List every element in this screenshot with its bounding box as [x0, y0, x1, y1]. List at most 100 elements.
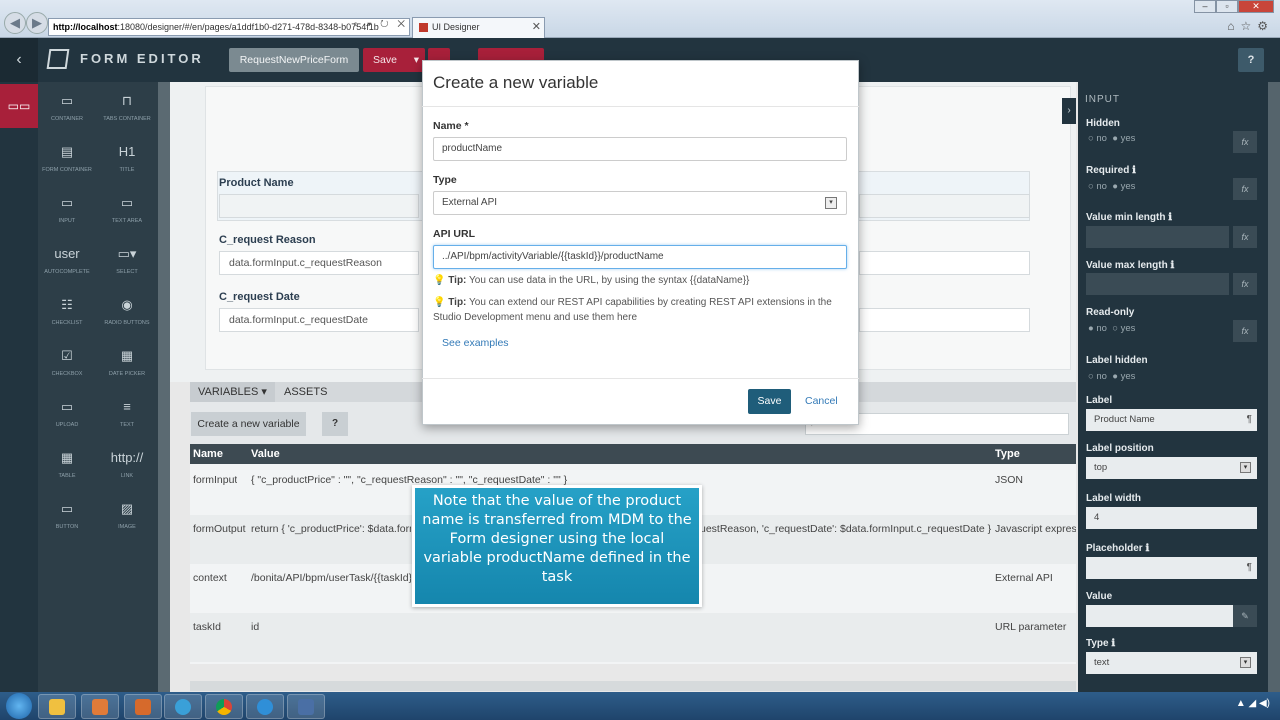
required-yes[interactable]: yes	[1121, 181, 1136, 192]
label-width-input[interactable]: 4	[1086, 507, 1257, 529]
palette-widget-text[interactable]: ≡ TEXT	[98, 392, 156, 442]
window-close-icon[interactable]: ✕	[1238, 0, 1274, 13]
type-select[interactable]: text ▾	[1086, 652, 1257, 674]
start-button-icon[interactable]	[6, 693, 32, 719]
hidden-radio-group[interactable]: ○ no ● yes	[1088, 133, 1135, 144]
placeholder-label: Placeholder ℹ	[1086, 543, 1149, 554]
label-hidden-yes[interactable]: yes	[1121, 371, 1136, 382]
value-input[interactable]	[1086, 605, 1233, 627]
read-only-no[interactable]: no	[1096, 323, 1107, 334]
required-no[interactable]: no	[1096, 181, 1107, 192]
palette-widget-checklist[interactable]: ☷ CHECKLIST	[38, 290, 96, 340]
palette-scrollbar[interactable]	[158, 82, 170, 692]
forward-nav-icon[interactable]: ▶	[26, 12, 48, 34]
table-horizontal-scrollbar[interactable]	[190, 681, 1076, 691]
minimize-icon[interactable]: –	[1194, 0, 1216, 13]
palette-widget-radio-buttons[interactable]: ◉ RADIO BUTTONS	[98, 290, 156, 340]
home-icon[interactable]: ⌂	[1227, 19, 1240, 33]
back-button[interactable]: ‹	[0, 38, 38, 82]
palette-widget-checkbox[interactable]: ☑ CHECKBOX	[38, 341, 96, 391]
see-examples-link[interactable]: See examples	[442, 337, 509, 349]
pencil-icon[interactable]: ✎	[1233, 605, 1257, 627]
media-taskbar-icon[interactable]	[287, 694, 325, 719]
request-date-input-tail[interactable]	[859, 308, 1030, 332]
chrome-taskbar-icon[interactable]	[205, 694, 243, 719]
row-type: External API	[995, 572, 1053, 584]
palette-widget-upload[interactable]: ▭ UPLOAD	[38, 392, 96, 442]
explorer-taskbar-icon[interactable]	[38, 694, 76, 719]
dialog-title: Create a new variable	[433, 73, 599, 92]
java-taskbar-icon[interactable]	[124, 694, 162, 719]
widgets-palette-icon[interactable]: ▭▭	[0, 84, 38, 128]
properties-scrollbar[interactable]	[1268, 82, 1280, 692]
hidden-yes[interactable]: yes	[1121, 133, 1136, 144]
palette-widget-tabs-container[interactable]: ⊓ TABS CONTAINER	[98, 86, 156, 136]
type-select[interactable]: External API ▾	[433, 191, 847, 215]
palette-widget-autocomplete[interactable]: user AUTOCOMPLETE	[38, 239, 96, 289]
dialog-save-button[interactable]: Save	[748, 389, 791, 414]
product-name-input-tail[interactable]	[859, 194, 1030, 218]
create-variable-button[interactable]: Create a new variable	[191, 412, 306, 436]
dialog-cancel-button[interactable]: Cancel	[805, 395, 838, 407]
table-row[interactable]: taskId id URL parameter	[190, 613, 1076, 662]
palette-widget-link[interactable]: http:// LINK	[98, 443, 156, 493]
widget-label: TEXT	[119, 422, 135, 428]
hidden-fx-button[interactable]: fx	[1233, 131, 1257, 153]
palette-widget-title[interactable]: H1 TITLE	[98, 137, 156, 187]
request-reason-input[interactable]: data.formInput.c_requestReason	[219, 251, 419, 275]
label-input[interactable]: Product Name ¶	[1086, 409, 1257, 431]
hidden-no[interactable]: no	[1096, 133, 1107, 144]
save-dropdown-icon[interactable]: ▾	[414, 48, 419, 72]
label-hidden-radio-group[interactable]: ○ no ● yes	[1088, 371, 1135, 382]
palette-widget-input[interactable]: ▭ INPUT	[38, 188, 96, 238]
palette-widget-button[interactable]: ▭ BUTTON	[38, 494, 96, 544]
placeholder-input[interactable]: ¶	[1086, 557, 1257, 579]
app-taskbar-icon[interactable]	[164, 694, 202, 719]
read-only-radio-group[interactable]: ● no ○ yes	[1088, 323, 1135, 334]
settings-gear-icon[interactable]: ⚙	[1257, 19, 1274, 33]
palette-widget-date-picker[interactable]: ▦ DATE PICKER	[98, 341, 156, 391]
min-length-input[interactable]	[1086, 226, 1229, 248]
tab-assets[interactable]: ASSETS	[276, 382, 335, 402]
required-label: Required ℹ	[1086, 165, 1136, 176]
request-reason-input-tail[interactable]	[859, 251, 1030, 275]
required-fx-button[interactable]: fx	[1233, 178, 1257, 200]
java-taskbar-icon[interactable]	[81, 694, 119, 719]
api-url-input[interactable]: ../API/bpm/activityVariable/{{taskId}}/p…	[433, 245, 847, 269]
pilcrow-icon[interactable]: ¶	[1247, 409, 1252, 431]
palette-widget-container[interactable]: ▭ CONTAINER	[38, 86, 96, 136]
read-only-yes[interactable]: yes	[1121, 323, 1136, 334]
pilcrow-icon[interactable]: ¶	[1247, 557, 1252, 579]
palette-widget-select[interactable]: ▭▾ SELECT	[98, 239, 156, 289]
address-tools[interactable]: ⌕ ▾ ↻ ✕	[352, 19, 408, 34]
system-tray[interactable]: ▲ ◢ ◀)	[1236, 698, 1270, 709]
product-name-input[interactable]	[219, 194, 419, 218]
help-button[interactable]: ?	[1238, 48, 1264, 72]
info-icon: ℹ	[1170, 260, 1175, 271]
label-hidden-no[interactable]: no	[1096, 371, 1107, 382]
read-only-fx-button[interactable]: fx	[1233, 320, 1257, 342]
label-position-select[interactable]: top ▾	[1086, 457, 1257, 479]
form-name-field[interactable]: RequestNewPriceForm	[229, 48, 359, 72]
max-length-fx-button[interactable]: fx	[1233, 273, 1257, 295]
min-length-fx-button[interactable]: fx	[1233, 226, 1257, 248]
max-length-input[interactable]	[1086, 273, 1229, 295]
palette-widget-image[interactable]: ▨ IMAGE	[98, 494, 156, 544]
back-nav-icon[interactable]: ◀	[4, 12, 26, 34]
maximize-icon[interactable]: ▫	[1216, 0, 1238, 13]
palette-widget-text-area[interactable]: ▭ TEXT AREA	[98, 188, 156, 238]
tab-variables[interactable]: VARIABLES ▾	[190, 382, 275, 402]
palette-widget-form-container[interactable]: ▤ FORM CONTAINER	[38, 137, 96, 187]
required-radio-group[interactable]: ○ no ● yes	[1088, 181, 1135, 192]
tab-close-icon[interactable]: ✕	[532, 18, 541, 37]
properties-toggle-icon[interactable]: ›	[1062, 98, 1076, 124]
favorites-icon[interactable]: ☆	[1240, 19, 1257, 33]
save-button[interactable]: Save ▾	[363, 48, 425, 72]
variables-help-button[interactable]: ?	[322, 412, 348, 436]
name-input[interactable]: productName	[433, 137, 847, 161]
palette-widget-table[interactable]: ▦ TABLE	[38, 443, 96, 493]
info-icon: ℹ	[1111, 638, 1116, 649]
request-date-input[interactable]: data.formInput.c_requestDate	[219, 308, 419, 332]
ie-taskbar-icon[interactable]	[246, 694, 284, 719]
browser-tab[interactable]: UI Designer ✕	[412, 17, 545, 38]
